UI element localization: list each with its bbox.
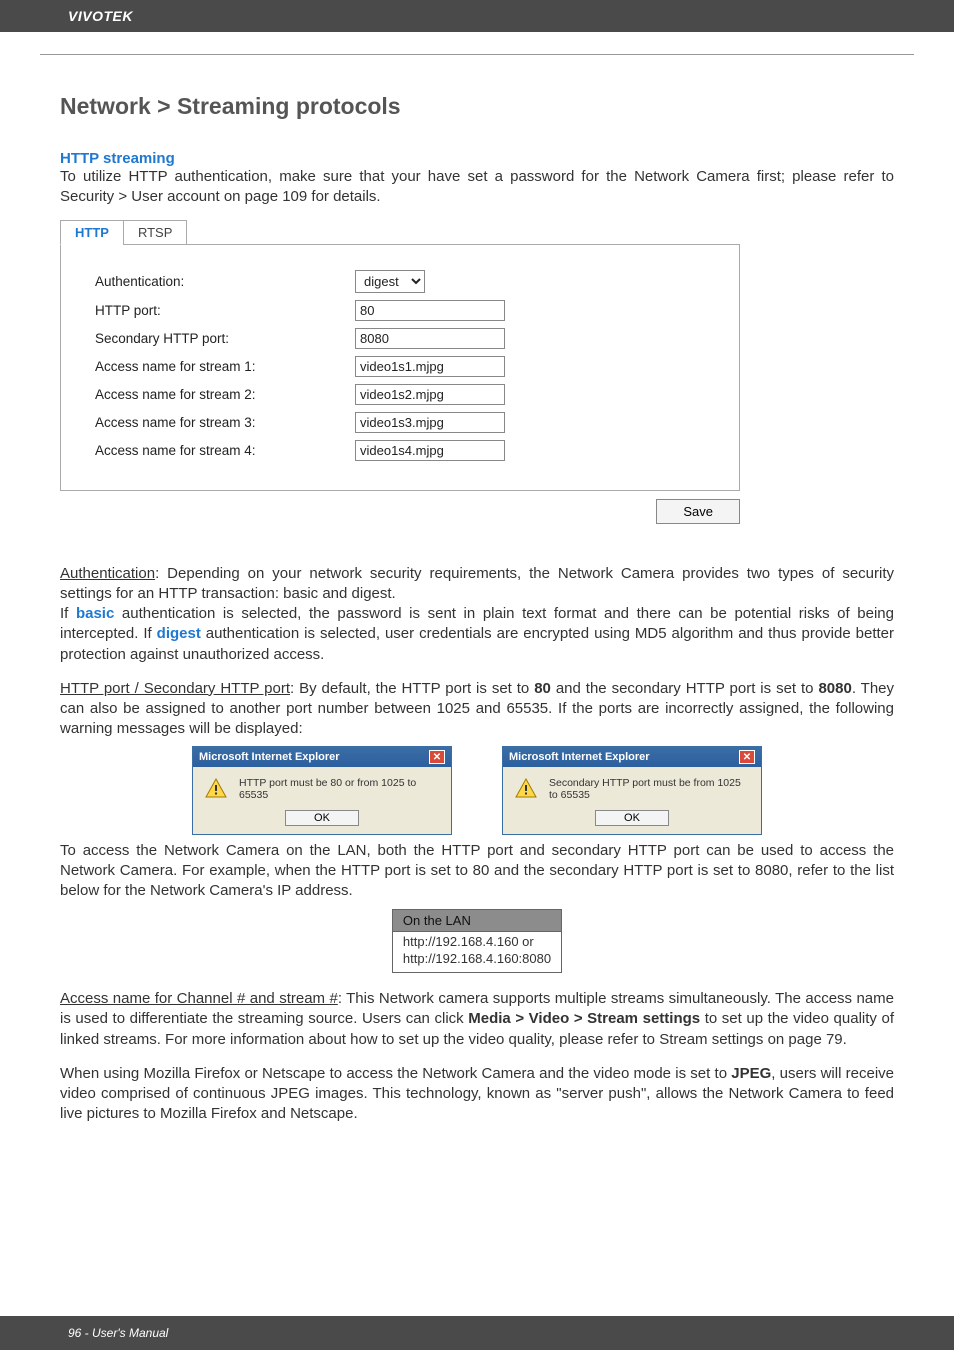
save-button[interactable]: Save	[656, 499, 740, 524]
stream2-label: Access name for stream 2:	[95, 387, 355, 402]
stream3-label: Access name for stream 3:	[95, 415, 355, 430]
warning-icon	[513, 777, 539, 801]
authentication-label: Authentication:	[95, 274, 355, 289]
authentication-lead: Authentication	[60, 565, 155, 582]
lan-intro-text: To access the Network Camera on the LAN,…	[60, 841, 894, 902]
http-port-paragraph: HTTP port / Secondary HTTP port: By defa…	[60, 679, 894, 740]
warning-dialogs: Microsoft Internet Explorer ✕ HTTP port …	[60, 746, 894, 835]
http-panel: Authentication: digest HTTP port: Second…	[60, 244, 740, 491]
stream1-label: Access name for stream 1:	[95, 359, 355, 374]
streaming-tabset: HTTP RTSP Authentication: digest HTTP po…	[60, 220, 894, 524]
secondary-port-label: Secondary HTTP port:	[95, 331, 355, 346]
header-divider	[40, 54, 914, 55]
dialog1-message: HTTP port must be 80 or from 1025 to 655…	[239, 777, 441, 802]
dialog-http-port: Microsoft Internet Explorer ✕ HTTP port …	[192, 746, 452, 835]
lan-table: On the LAN http://192.168.4.160 or http:…	[392, 909, 562, 973]
footer-text: 96 - User's Manual	[68, 1326, 168, 1340]
authentication-paragraph: Authentication: Depending on your networ…	[60, 564, 894, 665]
digest-word: digest	[157, 625, 201, 642]
page-footer: 96 - User's Manual	[0, 1316, 954, 1350]
dialog2-close-icon[interactable]: ✕	[739, 750, 755, 764]
brand-header: VIVOTEK	[0, 0, 954, 32]
dialog2-ok-button[interactable]: OK	[595, 810, 669, 826]
stream2-input[interactable]	[355, 384, 505, 405]
dialog2-title: Microsoft Internet Explorer	[509, 751, 650, 763]
access-name-lead: Access name for Channel # and stream #	[60, 990, 338, 1007]
http-port-input[interactable]	[355, 300, 505, 321]
dialog1-ok-button[interactable]: OK	[285, 810, 359, 826]
lan-header: On the LAN	[392, 910, 561, 932]
access-name-paragraph: Access name for Channel # and stream #: …	[60, 989, 894, 1050]
page-title: Network > Streaming protocols	[60, 93, 894, 120]
stream4-label: Access name for stream 4:	[95, 443, 355, 458]
basic-word: basic	[76, 605, 114, 622]
secondary-port-input[interactable]	[355, 328, 505, 349]
jpeg-paragraph: When using Mozilla Firefox or Netscape t…	[60, 1064, 894, 1125]
lan-cell: http://192.168.4.160 or http://192.168.4…	[392, 932, 561, 973]
http-streaming-intro: To utilize HTTP authentication, make sur…	[60, 167, 894, 208]
http-port-label: HTTP port:	[95, 303, 355, 318]
tab-http[interactable]: HTTP	[60, 220, 124, 245]
brand-text: VIVOTEK	[68, 8, 133, 24]
dialog-secondary-port: Microsoft Internet Explorer ✕ Secondary …	[502, 746, 762, 835]
stream1-input[interactable]	[355, 356, 505, 377]
http-port-lead: HTTP port / Secondary HTTP port	[60, 680, 290, 697]
dialog2-message: Secondary HTTP port must be from 1025 to…	[549, 777, 751, 802]
tab-strip: HTTP RTSP	[60, 220, 894, 245]
stream3-input[interactable]	[355, 412, 505, 433]
stream4-input[interactable]	[355, 440, 505, 461]
warning-icon	[203, 777, 229, 801]
dialog1-close-icon[interactable]: ✕	[429, 750, 445, 764]
tab-rtsp[interactable]: RTSP	[123, 220, 187, 245]
authentication-select[interactable]: digest	[355, 270, 425, 293]
http-streaming-heading: HTTP streaming	[60, 150, 894, 167]
dialog1-title: Microsoft Internet Explorer	[199, 751, 340, 763]
